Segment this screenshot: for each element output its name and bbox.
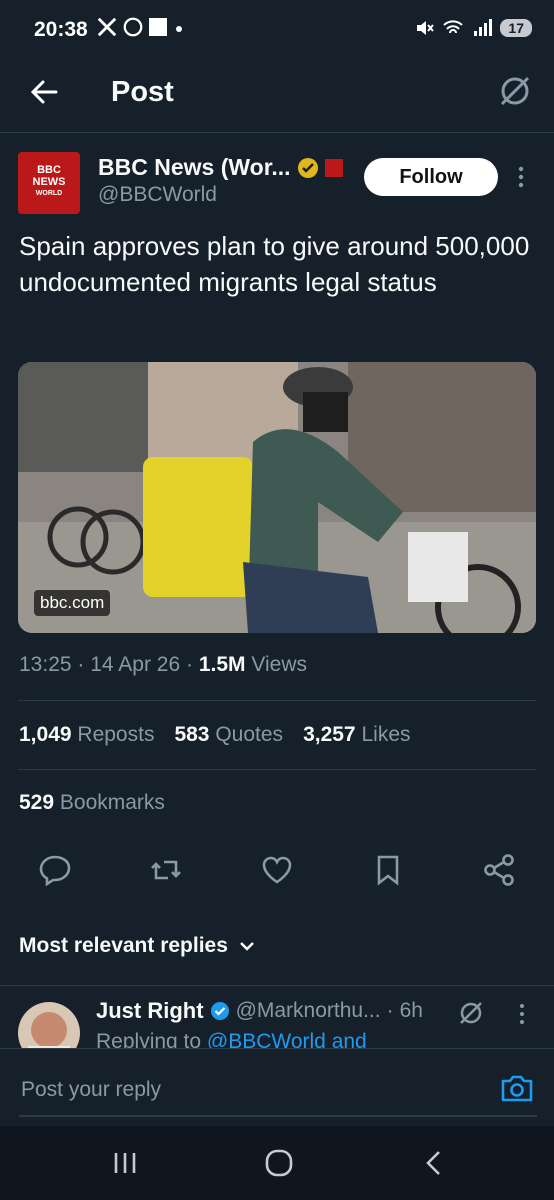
battery-indicator: 17 bbox=[500, 19, 532, 37]
reply-sort-label: Most relevant replies bbox=[19, 934, 228, 957]
replying-to: Replying to @BBCWorld and bbox=[96, 1030, 367, 1049]
bookmark-icon[interactable] bbox=[370, 852, 406, 888]
likes-stat[interactable]: 3,257 Likes bbox=[303, 723, 410, 747]
whatsapp-icon bbox=[123, 17, 143, 37]
status-time: 20:38 bbox=[34, 18, 88, 41]
like-icon[interactable] bbox=[259, 852, 295, 888]
wifi-icon bbox=[443, 20, 464, 34]
quotes-stat[interactable]: 583 Quotes bbox=[174, 723, 283, 747]
author-avatar[interactable]: BBC NEWS WORLD bbox=[18, 152, 80, 214]
dot-icon bbox=[176, 26, 182, 32]
verified-badge-icon bbox=[210, 1002, 229, 1020]
more-options-icon[interactable] bbox=[516, 166, 526, 188]
author-handle[interactable]: @BBCWorld bbox=[98, 183, 217, 207]
views-label: Views bbox=[251, 653, 307, 676]
verified-gold-badge-icon bbox=[297, 157, 318, 178]
tweet-text: Spain approves plan to give around 500,0… bbox=[19, 231, 530, 297]
follow-button[interactable]: Follow bbox=[364, 158, 498, 196]
recent-apps-icon[interactable] bbox=[108, 1148, 142, 1178]
notification-icons bbox=[96, 16, 186, 38]
reply-author-handle[interactable]: @Marknorthu... bbox=[236, 999, 381, 1023]
mute-icon bbox=[417, 21, 435, 35]
replying-to-link[interactable]: @BBCWorld and bbox=[207, 1030, 367, 1049]
composer-underline bbox=[19, 1115, 537, 1117]
reply-age: 6h bbox=[399, 999, 423, 1022]
reply-more-options-icon[interactable] bbox=[518, 1003, 526, 1025]
reply-author-row: Just Right @Marknorthu... · 6h bbox=[96, 998, 423, 1024]
reply-input[interactable] bbox=[19, 1077, 483, 1103]
share-icon[interactable] bbox=[481, 852, 517, 888]
reply-item[interactable]: Just Right @Marknorthu... · 6h Replying … bbox=[0, 985, 554, 1049]
tweet-time: 13:25 bbox=[19, 653, 72, 676]
grok-icon[interactable] bbox=[458, 1000, 484, 1026]
action-bar bbox=[0, 852, 554, 896]
bbc-logo: BBC NEWS WORLD bbox=[32, 164, 66, 197]
reply-avatar[interactable] bbox=[18, 1002, 80, 1049]
author-name-row[interactable]: BBC News (Wor... bbox=[98, 154, 343, 181]
reply-author-name[interactable]: Just Right bbox=[96, 998, 204, 1024]
divider bbox=[18, 769, 536, 770]
back-nav-icon[interactable] bbox=[418, 1148, 452, 1178]
system-nav-bar bbox=[0, 1126, 554, 1200]
reply-sort-dropdown[interactable]: Most relevant replies bbox=[19, 934, 256, 958]
signal-icon bbox=[474, 19, 493, 36]
status-bar: 20:38 17 bbox=[0, 0, 554, 62]
tweet-meta: 13:25 · 14 Apr 26 · 1.5M Views bbox=[19, 653, 307, 676]
author-name[interactable]: BBC News (Wor... bbox=[98, 154, 291, 181]
engagement-stats: 1,049 Reposts 583 Quotes 3,257 Likes bbox=[19, 723, 411, 747]
top-bar: Post bbox=[0, 62, 554, 133]
bookmarks-stat[interactable]: 529 Bookmarks bbox=[19, 791, 165, 815]
reply-composer bbox=[0, 1048, 554, 1127]
reposts-stat[interactable]: 1,049 Reposts bbox=[19, 723, 154, 747]
grok-icon[interactable] bbox=[498, 74, 532, 108]
camera-icon[interactable] bbox=[500, 1073, 534, 1103]
media-source-label: bbc.com bbox=[34, 590, 111, 616]
chevron-down-icon bbox=[240, 942, 254, 951]
divider bbox=[18, 700, 536, 701]
system-icons: 17 bbox=[414, 18, 532, 38]
app-notification-icon bbox=[149, 18, 167, 36]
repost-icon[interactable] bbox=[148, 852, 184, 888]
x-logo-icon bbox=[97, 17, 117, 37]
home-icon[interactable] bbox=[262, 1148, 296, 1178]
page-title: Post bbox=[111, 76, 174, 108]
affiliate-badge-icon bbox=[324, 158, 343, 177]
tweet-date: 14 Apr 26 bbox=[90, 653, 181, 676]
back-arrow-icon[interactable] bbox=[28, 76, 60, 108]
views-count: 1.5M bbox=[198, 653, 246, 676]
reply-icon[interactable] bbox=[37, 852, 73, 888]
